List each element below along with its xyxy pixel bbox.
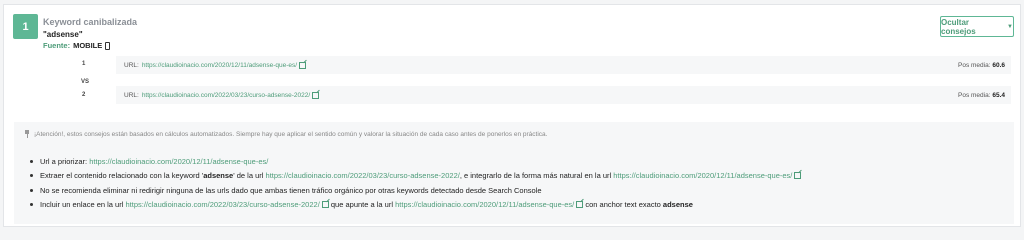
avg-position-label: Pos media: [958, 61, 991, 69]
tip-keyword: adsense [203, 171, 234, 181]
tip-item: Url a priorizar: https://claudioinacio.c… [30, 154, 801, 169]
url-row-2: URL: https://claudioinacio.com/2022/03/2… [116, 86, 1011, 104]
tip-url-link[interactable]: https://claudioinacio.com/2022/03/23/cur… [266, 171, 460, 180]
avg-position-label: Pos media: [958, 91, 991, 99]
tip-text: No se recomienda eliminar ni redirigir n… [40, 185, 542, 195]
tip-text: Incluir un enlace en la url [40, 200, 124, 210]
source-info: Fuente: MOBILE [43, 41, 111, 50]
hide-tips-label: Ocultar consejos [941, 17, 976, 36]
item-number-badge: 1 [13, 14, 38, 39]
pin-icon [24, 130, 30, 138]
tip-url-link[interactable]: https://claudioinacio.com/2020/12/11/ads… [89, 157, 268, 166]
tip-item: Incluir un enlace en la url https://clau… [30, 198, 801, 213]
url-link[interactable]: https://claudioinacio.com/2020/12/11/ads… [142, 62, 297, 69]
avg-position-value: 65.4 [992, 91, 1005, 99]
avg-position: Pos media: 65.4 [958, 92, 1005, 99]
avg-position: Pos media: 60.6 [958, 62, 1005, 69]
tips-warning: ¡Atención!, estos consejos están basados… [24, 130, 547, 138]
external-link-icon[interactable] [576, 201, 584, 209]
mobile-phone-icon [105, 41, 111, 50]
tip-url-link[interactable]: https://claudioinacio.com/2022/03/23/cur… [125, 200, 319, 209]
card-title: Keyword canibalizada [43, 17, 138, 27]
url-rank-1: 1 [82, 61, 86, 67]
versus-label: VS [81, 79, 90, 85]
cannibalization-card: 1 Keyword canibalizada "adsense" Fuente:… [3, 4, 1021, 227]
source-value: MOBILE [73, 41, 103, 50]
external-link-icon[interactable] [321, 201, 329, 209]
external-link-icon[interactable] [312, 91, 320, 99]
tip-text: Extraer el contenido relacionado con la … [40, 171, 204, 181]
tips-panel: ¡Atención!, estos consejos están basados… [14, 122, 1014, 224]
tip-text: Url a priorizar: [40, 156, 88, 166]
external-link-icon[interactable] [794, 172, 802, 180]
tip-item: No se recomienda eliminar ni redirigir n… [30, 183, 801, 198]
source-label: Fuente: [43, 41, 71, 50]
keyword-label: "adsense" [43, 30, 83, 39]
tip-keyword: adsense [662, 200, 693, 210]
tip-text: , e integrarlo de la forma más natural e… [459, 171, 612, 181]
tip-text: ' de la url [233, 171, 264, 181]
avg-position-value: 60.6 [992, 61, 1005, 69]
caret-down-icon: ▼ [1007, 23, 1013, 30]
tips-warning-text: ¡Atención!, estos consejos están basados… [34, 130, 548, 138]
tips-list: Url a priorizar: https://claudioinacio.c… [30, 154, 802, 213]
tip-item: Extraer el contenido relacionado con la … [30, 169, 802, 184]
url-rank-2: 2 [82, 92, 86, 98]
tip-url-link[interactable]: https://claudioinacio.com/2020/12/11/ads… [395, 200, 574, 209]
url-label: URL: [124, 61, 139, 69]
tip-text: que apunte a la url [330, 200, 394, 210]
hide-tips-button[interactable]: Ocultar consejos ▼ [940, 16, 1014, 37]
external-link-icon[interactable] [299, 61, 307, 69]
tip-text: con anchor text exacto [585, 200, 661, 210]
tip-url-link[interactable]: https://claudioinacio.com/2020/12/11/ads… [613, 171, 792, 180]
url-label: URL: [124, 91, 139, 99]
url-link[interactable]: https://claudioinacio.com/2022/03/23/cur… [142, 92, 310, 99]
url-row-1: URL: https://claudioinacio.com/2020/12/1… [116, 56, 1011, 74]
